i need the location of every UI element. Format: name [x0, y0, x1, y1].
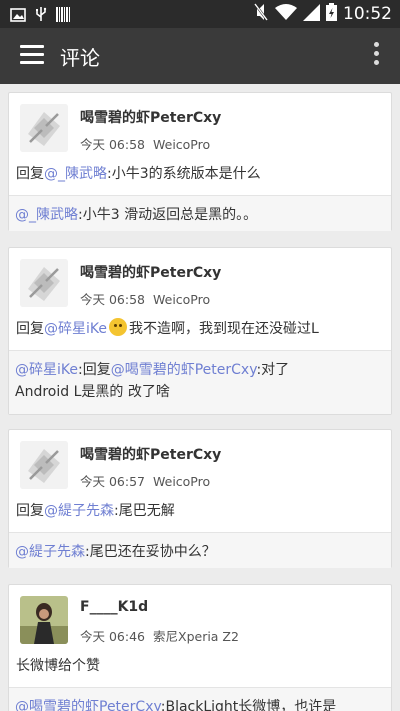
- page-title: 评论: [60, 46, 100, 70]
- quote-text: :对了: [256, 362, 290, 378]
- comment-card[interactable]: 喝雪碧的虾PeterCxy 今天 06:57 WeicoPro 回复@緹子先森:尾…: [8, 429, 392, 568]
- reply-prefix: 回复: [16, 321, 44, 337]
- comment-card[interactable]: F____K1d 今天 06:46 索尼Xperia Z2 长微博给个赞 @喝雪碧…: [8, 584, 392, 711]
- comment-meta: 今天 06:46 索尼Xperia Z2: [80, 626, 239, 645]
- comment-card[interactable]: 喝雪碧的虾PeterCxy 今天 06:58 WeicoPro 回复@_陳武略:小…: [8, 92, 392, 231]
- image-icon: [10, 7, 26, 26]
- comment-source: WeicoPro: [153, 474, 211, 489]
- clock: 10:52: [343, 4, 392, 24]
- quoted-comment[interactable]: @_陳武略:小牛3 滑动返回总是黑的。。: [9, 195, 391, 231]
- mention-link[interactable]: @緹子先森: [44, 503, 114, 519]
- comment-time: 今天 06:57: [80, 474, 145, 489]
- quote-text: Android L是黑的 改了啥: [15, 384, 170, 400]
- usb-icon: [34, 6, 48, 26]
- battery-icon: [326, 3, 337, 25]
- avatar-placeholder-icon[interactable]: [20, 104, 68, 152]
- quote-text: :尾巴还在妥协中么？: [85, 544, 216, 560]
- reply-prefix: 回复: [16, 503, 44, 519]
- mention-link[interactable]: @喝雪碧的虾PeterCxy: [15, 699, 161, 711]
- avatar-placeholder-icon[interactable]: [20, 259, 68, 307]
- quoted-comment[interactable]: @緹子先森:尾巴还在妥协中么？: [9, 532, 391, 568]
- user-avatar[interactable]: [20, 596, 68, 644]
- reply-text: 我不造啊，我到现在还没碰过L: [129, 321, 319, 337]
- quoted-comment[interactable]: @碎星iKe:回复@喝雪碧的虾PeterCxy:对了 Android L是黑的 改…: [9, 350, 391, 414]
- more-vert-icon[interactable]: [366, 42, 386, 70]
- comment-time: 今天 06:58: [80, 137, 145, 152]
- mention-link[interactable]: @_陳武略: [44, 166, 107, 182]
- reply-prefix: 回复: [16, 166, 44, 182]
- mention-link[interactable]: @緹子先森: [15, 544, 85, 560]
- comment-meta: 今天 06:57 WeicoPro: [80, 471, 210, 490]
- mention-link[interactable]: @喝雪碧的虾PeterCxy: [111, 362, 257, 378]
- avatar-placeholder-icon[interactable]: [20, 441, 68, 489]
- mention-link[interactable]: @碎星iKe: [15, 362, 78, 378]
- comment-meta: 今天 06:58 WeicoPro: [80, 289, 210, 308]
- app-toolbar: 评论: [0, 28, 400, 84]
- comment-text: 回复@_陳武略:小牛3的系统版本是什么: [16, 163, 383, 183]
- comment-source: WeicoPro: [153, 137, 211, 152]
- quote-text: :小牛3 滑动返回总是黑的。。: [78, 207, 258, 223]
- comment-author[interactable]: 喝雪碧的虾PeterCxy: [80, 444, 221, 464]
- comment-source: WeicoPro: [153, 292, 211, 307]
- comment-author[interactable]: 喝雪碧的虾PeterCxy: [80, 107, 221, 127]
- mention-link[interactable]: @_陳武略: [15, 207, 78, 223]
- quote-text: :BlackLight长微博，也许是: [160, 699, 337, 711]
- comment-text: 长微博给个赞: [16, 658, 100, 674]
- comment-author[interactable]: F____K1d: [80, 599, 148, 615]
- quoted-comment[interactable]: @喝雪碧的虾PeterCxy:BlackLight长微博，也许是: [9, 687, 391, 711]
- comment-card[interactable]: 喝雪碧的虾PeterCxy 今天 06:58 WeicoPro 回复@碎星iKe 我…: [8, 247, 392, 415]
- hamburger-icon[interactable]: [20, 45, 44, 67]
- mention-link[interactable]: @碎星iKe: [44, 321, 107, 337]
- barcode-icon: [56, 6, 70, 26]
- comment-time: 今天 06:46: [80, 629, 145, 644]
- comment-text: 回复@緹子先森:尾巴无解: [16, 500, 383, 520]
- emoji-icon: [109, 318, 127, 336]
- quote-text: :回复: [78, 362, 111, 378]
- comment-time: 今天 06:58: [80, 292, 145, 307]
- comment-meta: 今天 06:58 WeicoPro: [80, 134, 210, 153]
- signal-icon: [303, 3, 320, 25]
- reply-text: :小牛3的系统版本是什么: [107, 166, 261, 182]
- reply-text: :尾巴无解: [114, 503, 175, 519]
- comment-text: 回复@碎星iKe 我不造啊，我到现在还没碰过L: [16, 318, 383, 338]
- wifi-icon: [275, 3, 297, 25]
- comment-author[interactable]: 喝雪碧的虾PeterCxy: [80, 262, 221, 282]
- comment-source: 索尼Xperia Z2: [153, 629, 239, 644]
- status-bar: 10:52: [0, 0, 400, 28]
- mute-icon: [253, 3, 269, 25]
